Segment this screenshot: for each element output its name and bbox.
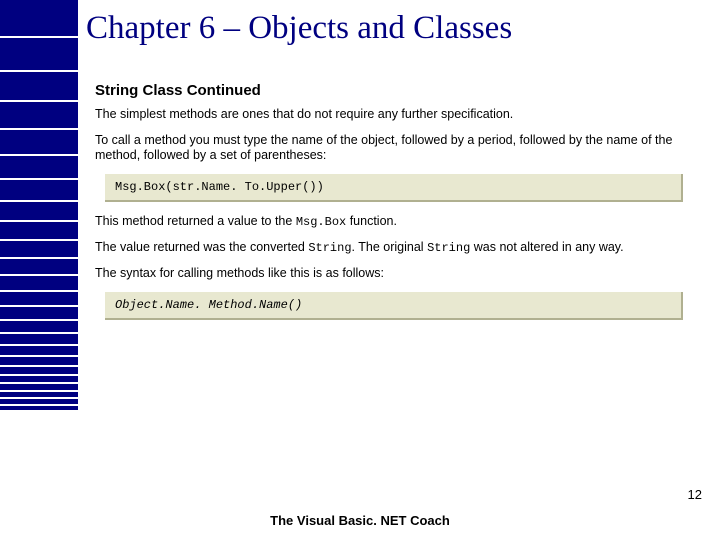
sidebar-block bbox=[0, 0, 78, 36]
sidebar-block bbox=[0, 180, 78, 200]
sidebar-block bbox=[0, 130, 78, 154]
inline-code: String bbox=[308, 241, 351, 255]
code-box: Object.Name. Method.Name() bbox=[105, 292, 683, 320]
text-run: This method returned a value to the bbox=[95, 214, 296, 228]
sidebar-block bbox=[0, 102, 78, 128]
sidebar-block bbox=[0, 156, 78, 178]
sidebar-block bbox=[0, 346, 78, 355]
decorative-sidebar bbox=[0, 0, 78, 540]
sidebar-block bbox=[0, 357, 78, 365]
sidebar-block bbox=[0, 276, 78, 290]
sidebar-block bbox=[0, 376, 78, 382]
paragraph: To call a method you must type the name … bbox=[95, 133, 695, 164]
sidebar-block bbox=[0, 292, 78, 305]
sidebar-block bbox=[0, 334, 78, 344]
footer-text: The Visual Basic. NET Coach bbox=[0, 513, 720, 528]
sidebar-block bbox=[0, 406, 78, 410]
paragraph: The value returned was the converted Str… bbox=[95, 240, 695, 256]
sidebar-block bbox=[0, 38, 78, 70]
text-run: . The original bbox=[352, 240, 428, 254]
sidebar-block bbox=[0, 392, 78, 397]
section-heading: String Class Continued bbox=[95, 82, 695, 99]
sidebar-block bbox=[0, 222, 78, 239]
paragraph: The syntax for calling methods like this… bbox=[95, 266, 695, 282]
code-box: Msg.Box(str.Name. To.Upper()) bbox=[105, 174, 683, 202]
sidebar-block bbox=[0, 259, 78, 274]
text-run: function. bbox=[346, 214, 397, 228]
sidebar-block bbox=[0, 321, 78, 332]
sidebar-block bbox=[0, 399, 78, 404]
sidebar-block bbox=[0, 202, 78, 220]
inline-code: Msg.Box bbox=[296, 215, 346, 229]
content-area: String Class Continued The simplest meth… bbox=[95, 82, 695, 332]
sidebar-block bbox=[0, 367, 78, 374]
sidebar-block bbox=[0, 384, 78, 390]
text-run: was not altered in any way. bbox=[470, 240, 623, 254]
text-run: The value returned was the converted bbox=[95, 240, 308, 254]
inline-code: String bbox=[427, 241, 470, 255]
chapter-title: Chapter 6 – Objects and Classes bbox=[86, 10, 512, 47]
paragraph: The simplest methods are ones that do no… bbox=[95, 107, 695, 123]
sidebar-block bbox=[0, 307, 78, 319]
page-number: 12 bbox=[688, 487, 702, 502]
sidebar-block bbox=[0, 241, 78, 257]
sidebar-block bbox=[0, 72, 78, 100]
paragraph: This method returned a value to the Msg.… bbox=[95, 214, 695, 230]
